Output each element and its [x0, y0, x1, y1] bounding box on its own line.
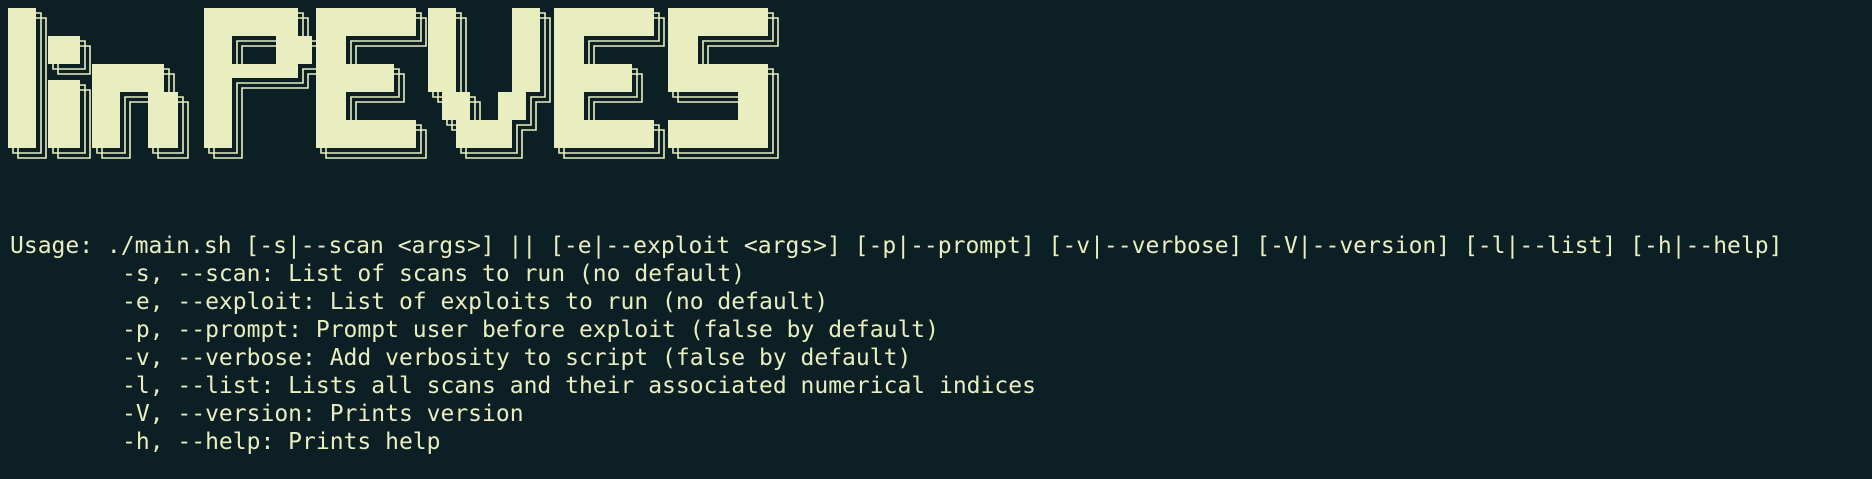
option-scan: -s, --scan: List of scans to run (no def… [122, 261, 746, 287]
option-version: -V, --version: Prints version [122, 401, 524, 427]
option-list: -l, --list: Lists all scans and their as… [122, 373, 1036, 399]
usage-line: Usage: ./main.sh [-s|--scan <args>] || [… [10, 233, 1783, 259]
banner-text: linPEVES [8, 168, 9, 169]
terminal-output: Usage: ./main.sh [-s|--scan <args>] || [… [10, 232, 1782, 456]
option-exploit: -e, --exploit: List of exploits to run (… [122, 289, 829, 315]
ascii-banner: linPEVES [8, 8, 788, 168]
option-prompt: -p, --prompt: Prompt user before exploit… [122, 317, 939, 343]
option-help: -h, --help: Prints help [122, 429, 441, 455]
option-verbose: -v, --verbose: Add verbosity to script (… [122, 345, 912, 371]
